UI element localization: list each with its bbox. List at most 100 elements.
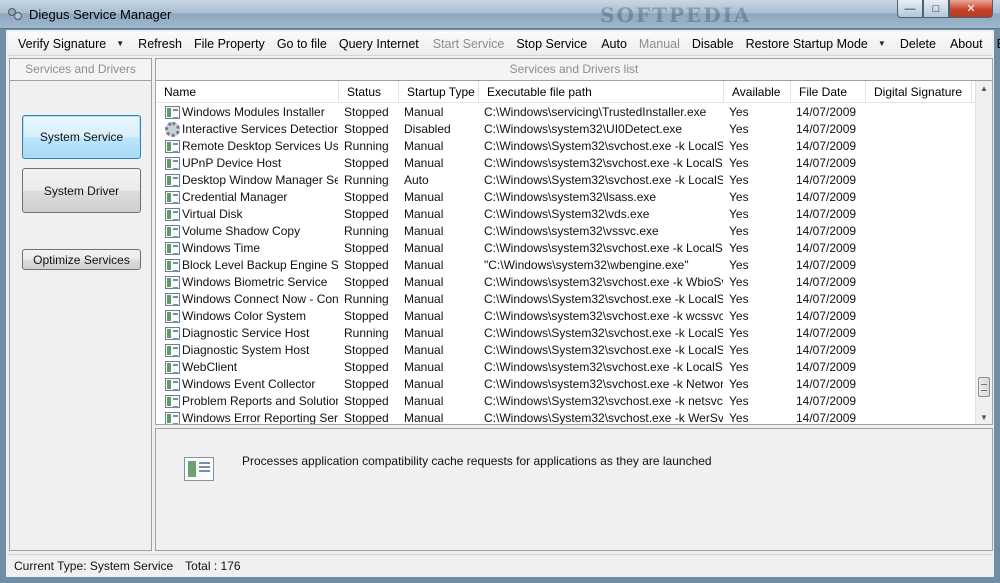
table-row[interactable]: Diagnostic System Host Stopped Manual C:\Wi…: [156, 342, 977, 359]
cell-name: Problem Reports and Solutions...: [182, 394, 338, 408]
vertical-scrollbar[interactable]: ▲ ▼: [975, 81, 992, 424]
auto-button[interactable]: Auto: [595, 33, 633, 55]
minimize-button[interactable]: —: [897, 0, 923, 18]
cell-startup: Manual: [404, 377, 444, 391]
cell-signature: [867, 189, 972, 206]
cell-path: C:\Windows\system32\svchost.exe -k wcssv…: [484, 309, 723, 323]
table-row[interactable]: Virtual Disk Stopped Manual C:\Windows\Syst…: [156, 206, 977, 223]
cell-date: 14/07/2009: [796, 360, 857, 374]
column-header-name[interactable]: Name: [156, 81, 339, 103]
cell-signature: [867, 223, 972, 240]
table-row[interactable]: UPnP Device Host Stopped Manual C:\Windows\…: [156, 155, 977, 172]
table-row[interactable]: Remote Desktop Services Use... Running Man…: [156, 138, 977, 155]
column-header-status[interactable]: Status: [339, 81, 399, 103]
cell-startup: Manual: [404, 258, 444, 272]
cell-path: C:\Windows\system32\vssvc.exe: [484, 224, 659, 238]
cell-available: Yes: [729, 207, 749, 221]
cell-signature: [867, 172, 972, 189]
cell-path: C:\Windows\System32\svchost.exe -k Local…: [484, 173, 723, 187]
cell-signature: [867, 410, 972, 424]
cell-status: Stopped: [344, 258, 389, 272]
cell-available: Yes: [729, 309, 749, 323]
cell-name: Desktop Window Manager Se...: [182, 173, 338, 187]
close-button[interactable]: ✕: [949, 0, 993, 18]
cell-startup: Manual: [404, 275, 444, 289]
start-service-button[interactable]: Start Service: [427, 33, 511, 55]
cell-status: Stopped: [344, 207, 389, 221]
cell-signature: [867, 274, 972, 291]
chevron-down-icon: ▼: [116, 39, 125, 48]
scroll-up-icon[interactable]: ▲: [976, 81, 992, 97]
title-bar[interactable]: Diegus Service Manager SOFTPEDIA — □ ✕: [0, 0, 1000, 29]
table-row[interactable]: Block Level Backup Engine S... Stopped Man…: [156, 257, 977, 274]
cell-date: 14/07/2009: [796, 411, 857, 425]
restore-startup-mode-menu[interactable]: Restore Startup Mode ▼: [740, 33, 892, 55]
column-header-file-date[interactable]: File Date: [791, 81, 866, 103]
status-bar: Current Type: System Service Total : 176: [8, 554, 992, 576]
scrollbar-thumb[interactable]: [978, 377, 990, 397]
exit-button[interactable]: Exit: [991, 33, 1000, 55]
column-header-path[interactable]: Executable file path: [479, 81, 724, 103]
service-icon: [184, 457, 214, 481]
cell-date: 14/07/2009: [796, 173, 857, 187]
query-internet-button[interactable]: Query Internet: [333, 33, 425, 55]
cell-status: Stopped: [344, 343, 389, 357]
file-property-button[interactable]: File Property: [188, 33, 271, 55]
cell-available: Yes: [729, 122, 749, 136]
table-row[interactable]: Desktop Window Manager Se... Running Auto C…: [156, 172, 977, 189]
cell-signature: [867, 308, 972, 325]
table-row[interactable]: Windows Error Reporting Servi... Stopped M…: [156, 410, 977, 425]
scroll-down-icon[interactable]: ▼: [976, 410, 992, 424]
table-row[interactable]: Windows Connect Now - Confi... Running Man…: [156, 291, 977, 308]
table-row[interactable]: Credential Manager Stopped Manual C:\Window…: [156, 189, 977, 206]
cell-path: C:\Windows\system32\UI0Detect.exe: [484, 122, 683, 136]
cell-status: Stopped: [344, 411, 389, 425]
cell-name: Windows Time: [182, 241, 261, 255]
cell-startup: Manual: [404, 326, 444, 340]
table-row[interactable]: Diagnostic Service Host Running Manual C:\W…: [156, 325, 977, 342]
column-header-available[interactable]: Available: [724, 81, 791, 103]
stop-service-button[interactable]: Stop Service: [510, 33, 593, 55]
minimize-icon: —: [904, 2, 916, 15]
table-row[interactable]: Interactive Services Detection Stopped Dis…: [156, 121, 977, 138]
cell-date: 14/07/2009: [796, 275, 857, 289]
about-button[interactable]: About: [944, 33, 989, 55]
table-row[interactable]: Windows Color System Stopped Manual C:\Wind…: [156, 308, 977, 325]
cell-name: WebClient: [182, 360, 238, 374]
cell-status: Running: [344, 139, 389, 153]
column-header-digital-signature[interactable]: Digital Signature: [866, 81, 972, 103]
cell-available: Yes: [729, 241, 749, 255]
delete-button[interactable]: Delete: [894, 33, 942, 55]
cell-path: C:\Windows\servicing\TrustedInstaller.ex…: [484, 105, 707, 119]
table-row[interactable]: Windows Time Stopped Manual C:\Windows\syst…: [156, 240, 977, 257]
table-row[interactable]: Volume Shadow Copy Running Manual C:\Window…: [156, 223, 977, 240]
restore-startup-mode-label: Restore Startup Mode: [745, 36, 868, 51]
total-count-status: Total : 176: [185, 558, 241, 573]
cell-name: Interactive Services Detection: [182, 122, 338, 136]
chevron-down-icon: ▼: [877, 39, 886, 48]
services-list: Windows Modules Installer Stopped Manual C:…: [156, 104, 977, 425]
cell-status: Stopped: [344, 377, 389, 391]
table-row[interactable]: Problem Reports and Solutions... Stopped M…: [156, 393, 977, 410]
maximize-button[interactable]: □: [923, 0, 949, 18]
table-row[interactable]: Windows Biometric Service Stopped Manual C:…: [156, 274, 977, 291]
optimize-services-button[interactable]: Optimize Services: [22, 249, 141, 270]
cell-available: Yes: [729, 139, 749, 153]
refresh-button[interactable]: Refresh: [132, 33, 188, 55]
table-row[interactable]: Windows Modules Installer Stopped Manual C:…: [156, 104, 977, 121]
table-row[interactable]: WebClient Stopped Manual C:\Windows\system3…: [156, 359, 977, 376]
system-driver-button[interactable]: System Driver: [22, 168, 141, 213]
cell-path: C:\Windows\system32\svchost.exe -k Local…: [484, 241, 723, 255]
disable-button[interactable]: Disable: [686, 33, 740, 55]
cell-signature: [867, 325, 972, 342]
go-to-file-button[interactable]: Go to file: [271, 33, 333, 55]
cell-date: 14/07/2009: [796, 207, 857, 221]
cell-available: Yes: [729, 275, 749, 289]
column-header-startup-type[interactable]: Startup Type: [399, 81, 479, 103]
services-list-panel: Services and Drivers list Name Status St…: [155, 58, 993, 425]
system-service-button[interactable]: System Service: [22, 115, 141, 159]
table-row[interactable]: Windows Event Collector Stopped Manual C:\W…: [156, 376, 977, 393]
verify-signature-menu[interactable]: Verify Signature ▼: [12, 33, 130, 55]
cell-path: C:\Windows\System32\svchost.exe -k Local…: [484, 139, 723, 153]
manual-button[interactable]: Manual: [633, 33, 686, 55]
